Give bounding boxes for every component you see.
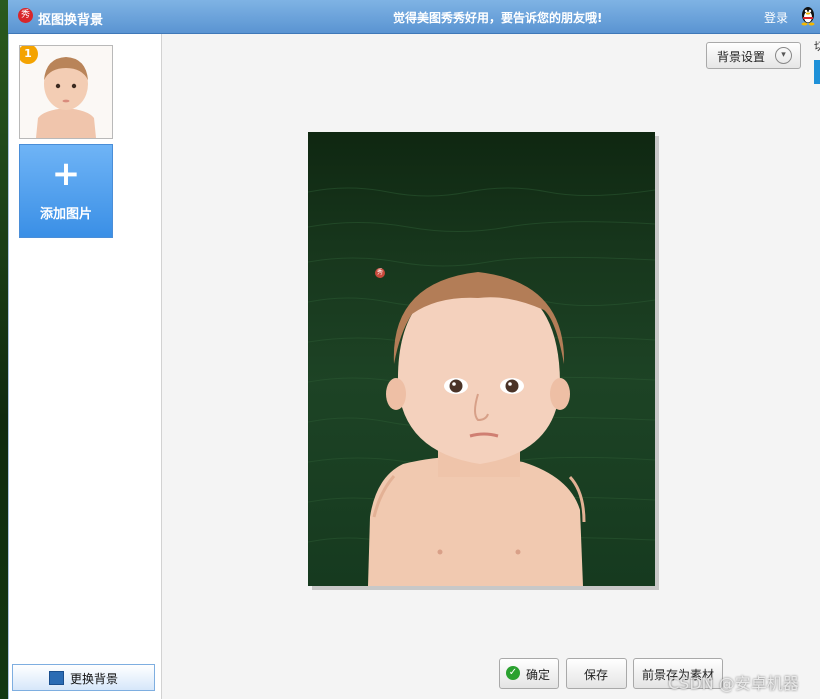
check-icon: ✓ bbox=[506, 666, 520, 680]
meitu-logo-icon: 秀 bbox=[18, 8, 33, 23]
image-sidebar: 1 + 添加图片 更换背景 bbox=[8, 34, 162, 699]
chevron-down-icon: ▾ bbox=[775, 47, 792, 64]
right-panel-tab[interactable] bbox=[814, 60, 820, 84]
add-image-button[interactable]: + 添加图片 bbox=[19, 144, 113, 238]
title-bar: 秀 抠图换背景 觉得美图秀秀好用，要告诉您的朋友哦! 登录 bbox=[8, 0, 820, 34]
login-link[interactable]: 登录 bbox=[764, 9, 788, 26]
slogan-text: 觉得美图秀秀好用，要告诉您的朋友哦! bbox=[393, 11, 603, 25]
right-edge-text: 切 bbox=[814, 40, 820, 53]
ok-label: 确定 bbox=[526, 668, 551, 682]
right-panel-edge: 切 bbox=[812, 34, 820, 699]
image-icon bbox=[49, 671, 64, 685]
save-label: 保存 bbox=[584, 668, 609, 682]
window-title: 抠图换背景 bbox=[38, 13, 104, 28]
main-window: 1 + 添加图片 更换背景 背景设置 ▾ 切 秀 ✓ 确定 保存 前景存为素材 bbox=[8, 34, 820, 699]
change-background-button[interactable]: 更换背景 bbox=[12, 664, 155, 691]
add-image-label: 添加图片 bbox=[39, 207, 92, 222]
save-button[interactable]: 保存 bbox=[566, 658, 627, 689]
qq-penguin-icon[interactable] bbox=[800, 6, 816, 26]
baby-cutout-photo bbox=[368, 272, 586, 586]
background-settings-dropdown[interactable]: 背景设置 ▾ bbox=[706, 42, 801, 69]
ok-button[interactable]: ✓ 确定 bbox=[499, 658, 559, 689]
plus-icon: + bbox=[51, 154, 81, 194]
image-canvas[interactable]: 秀 bbox=[308, 132, 655, 586]
csdn-watermark: CSDN @安卓机器 bbox=[668, 674, 799, 693]
background-settings-label: 背景设置 bbox=[717, 50, 766, 64]
image-thumbnail[interactable]: 1 bbox=[19, 45, 113, 139]
change-background-label: 更换背景 bbox=[70, 672, 119, 686]
